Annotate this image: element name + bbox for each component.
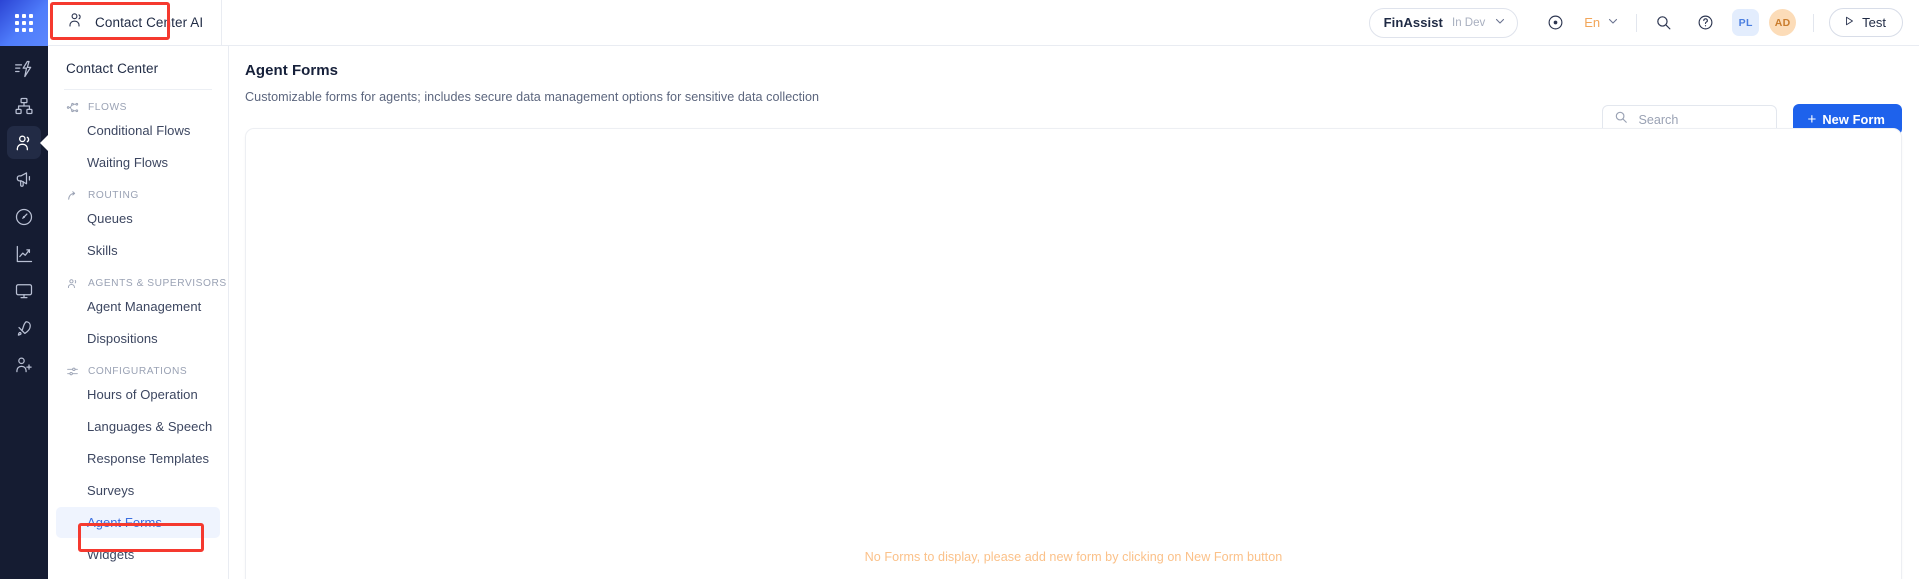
sidebar-group-label: AGENTS & SUPERVISORS: [88, 278, 227, 289]
sidebar-item-dispositions[interactable]: Dispositions: [56, 323, 220, 354]
sidebar-item-skills[interactable]: Skills: [56, 235, 220, 266]
empty-state-message: No Forms to display, please add new form…: [246, 550, 1901, 564]
page-title: Agent Forms: [245, 62, 1919, 79]
chevron-down-icon: [1607, 14, 1619, 32]
help-button[interactable]: [1690, 8, 1720, 38]
rail-item-contact-center[interactable]: [0, 124, 48, 161]
flow-hierarchy-icon: [14, 96, 34, 116]
sidebar-group-flows: FLOWS: [48, 90, 228, 114]
avatar[interactable]: AD: [1769, 9, 1796, 36]
environment-selector[interactable]: FinAssist In Dev: [1369, 8, 1519, 38]
gauge-icon: [14, 207, 34, 227]
sidebar-group-configurations: CONFIGURATIONS: [48, 354, 228, 378]
topbar-actions: FinAssist In Dev En: [1369, 0, 1919, 46]
monitor-icon: [14, 281, 34, 301]
add-user-icon: [14, 355, 34, 375]
sidebar-group-agents-supervisors: AGENTS & SUPERVISORS: [48, 266, 228, 290]
environment-name: FinAssist: [1384, 15, 1443, 30]
language-selector[interactable]: En: [1570, 8, 1625, 38]
help-circle-icon: [1697, 14, 1714, 31]
rail-item-analytics[interactable]: [0, 235, 48, 272]
main-content: Agent Forms Customizable forms for agent…: [229, 46, 1919, 579]
sliders-icon: [66, 365, 79, 378]
header-divider-2: [1813, 14, 1814, 32]
people-icon: [67, 11, 85, 34]
search-input[interactable]: [1638, 113, 1765, 127]
brand-label: Contact Center AI: [95, 15, 203, 30]
sidebar-item-conditional-flows[interactable]: Conditional Flows: [56, 115, 220, 146]
search-icon: [1655, 14, 1672, 31]
test-button[interactable]: Test: [1829, 8, 1903, 37]
line-chart-icon: [14, 244, 34, 264]
rail-item-automation[interactable]: [0, 50, 48, 87]
flash-automation-icon: [14, 59, 34, 79]
forms-content-card: No Forms to display, please add new form…: [245, 128, 1902, 579]
sidebar-item-queues[interactable]: Queues: [56, 203, 220, 234]
sidebar-item-waiting-flows[interactable]: Waiting Flows: [56, 147, 220, 178]
chevron-down-icon: [1494, 14, 1506, 32]
sidebar-group-label: FLOWS: [88, 102, 127, 113]
sidebar-group-label: ROUTING: [88, 190, 139, 201]
left-rail: [0, 0, 48, 579]
page-subtitle: Customizable forms for agents; includes …: [245, 90, 1919, 104]
sidebar-item-languages-speech[interactable]: Languages & Speech: [56, 411, 220, 442]
record-button[interactable]: [1540, 8, 1570, 38]
target-record-icon: [1547, 14, 1564, 31]
sidebar-title: Contact Center: [48, 46, 228, 76]
environment-stage: In Dev: [1452, 17, 1485, 29]
header-divider: [1636, 14, 1637, 32]
sidebar-item-agent-management[interactable]: Agent Management: [56, 291, 220, 322]
rail-item-flows[interactable]: [0, 87, 48, 124]
new-form-label: New Form: [1822, 112, 1885, 127]
app-root: Contact Center AI FinAssist In Dev: [0, 0, 1919, 579]
language-label: En: [1584, 15, 1600, 30]
people-icon: [14, 133, 34, 153]
rail-icon-list: [0, 50, 48, 383]
sidebar-item-agent-forms[interactable]: Agent Forms: [56, 507, 220, 538]
sidebar-group-routing: ROUTING: [48, 178, 228, 202]
sidebar-item-hours-of-operation[interactable]: Hours of Operation: [56, 379, 220, 410]
agent-person-icon: [66, 277, 79, 290]
active-pointer-icon: [40, 134, 49, 152]
rail-item-deployments[interactable]: [0, 309, 48, 346]
rail-item-user-admin[interactable]: [0, 346, 48, 383]
rail-item-monitoring[interactable]: [0, 272, 48, 309]
sidebar-group-label: CONFIGURATIONS: [88, 366, 187, 377]
brand-button[interactable]: Contact Center AI: [48, 0, 222, 46]
search-icon: [1614, 110, 1628, 129]
app-grid-icon: [15, 14, 33, 32]
app-grid-logo-button[interactable]: [0, 0, 48, 46]
play-icon: [1843, 14, 1855, 32]
flow-nodes-icon: [66, 101, 79, 114]
page-header: Agent Forms Customizable forms for agent…: [229, 46, 1919, 104]
top-header: Contact Center AI FinAssist In Dev: [48, 0, 1919, 46]
workspace-badge-pl[interactable]: PL: [1732, 9, 1759, 36]
test-label: Test: [1862, 15, 1886, 30]
routing-arrow-icon: [66, 189, 79, 202]
rocket-icon: [14, 318, 34, 338]
rail-item-performance[interactable]: [0, 198, 48, 235]
plus-icon: +: [1807, 112, 1816, 127]
sidebar-item-surveys[interactable]: Surveys: [56, 475, 220, 506]
secondary-sidebar: Contact Center FLOWS Conditional Flows W…: [48, 46, 229, 579]
sidebar-item-response-templates[interactable]: Response Templates: [56, 443, 220, 474]
rail-item-campaigns[interactable]: [0, 161, 48, 198]
search-button[interactable]: [1648, 8, 1678, 38]
megaphone-icon: [14, 170, 34, 190]
sidebar-item-widgets[interactable]: Widgets: [56, 539, 220, 570]
